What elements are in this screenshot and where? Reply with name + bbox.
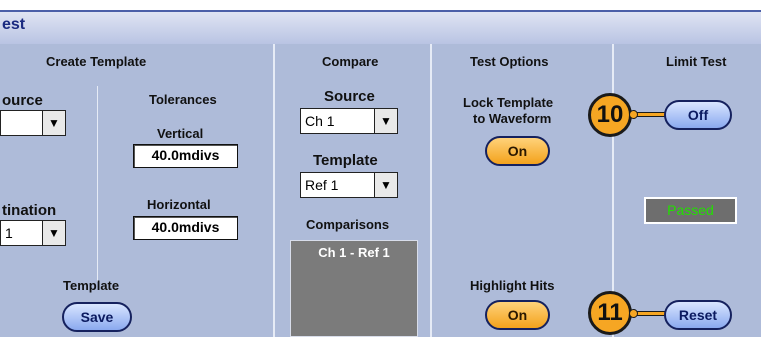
test-options-header: Test Options: [470, 54, 549, 69]
dropdown-arrow-icon[interactable]: ▼: [42, 220, 66, 246]
create-template-divider: [97, 86, 98, 282]
comparisons-label: Comparisons: [306, 217, 390, 232]
callout-10: 10: [588, 93, 632, 137]
comparison-item[interactable]: Ch 1 - Ref 1: [291, 245, 417, 260]
lock-template-label-line2: to Waveform: [473, 111, 552, 126]
create-template-header: Create Template: [46, 54, 147, 69]
compare-source-value: Ch 1: [300, 108, 375, 134]
callout-leader-dot: [629, 110, 638, 119]
status-badge: Passed: [644, 197, 737, 224]
window-title-bar: est: [0, 10, 761, 44]
dropdown-arrow-icon[interactable]: ▼: [374, 108, 398, 134]
highlight-hits-label: Highlight Hits: [470, 278, 555, 293]
template-label: Template: [63, 278, 120, 293]
highlight-hits-button[interactable]: On: [485, 300, 550, 330]
tolerances-label: Tolerances: [149, 92, 217, 107]
section-divider: [273, 44, 275, 337]
lock-template-label: Lock Template: [463, 95, 554, 110]
section-divider: [430, 44, 432, 337]
callout-leader-dot: [629, 309, 638, 318]
top-band: [0, 0, 761, 6]
source-select[interactable]: ▼: [0, 110, 67, 136]
dropdown-arrow-icon[interactable]: ▼: [374, 172, 398, 198]
compare-template-select[interactable]: Ref 1 ▼: [300, 172, 399, 198]
comparisons-list[interactable]: Ch 1 - Ref 1: [290, 240, 418, 337]
limit-test-toggle-button[interactable]: Off: [664, 100, 732, 130]
vertical-label: Vertical: [157, 126, 204, 141]
compare-source-select[interactable]: Ch 1 ▼: [300, 108, 399, 134]
save-template-button[interactable]: Save: [62, 302, 132, 332]
destination-label: tination: [2, 202, 57, 219]
lock-template-button[interactable]: On: [485, 136, 550, 166]
dropdown-arrow-icon[interactable]: ▼: [42, 110, 66, 136]
horizontal-label: Horizontal: [147, 197, 211, 212]
destination-select[interactable]: 1 ▼: [0, 220, 67, 246]
limit-test-header: Limit Test: [666, 54, 727, 69]
window-title: est: [2, 16, 26, 33]
reset-button[interactable]: Reset: [664, 300, 732, 330]
horizontal-tolerance-input[interactable]: 40.0mdivs: [133, 216, 238, 240]
compare-header: Compare: [322, 54, 379, 69]
compare-template-label: Template: [313, 152, 378, 169]
source-select-value: [0, 110, 43, 136]
callout-11: 11: [588, 291, 632, 335]
vertical-tolerance-input[interactable]: 40.0mdivs: [133, 144, 238, 168]
source-label: ource: [2, 92, 43, 109]
compare-template-value: Ref 1: [300, 172, 375, 198]
compare-source-label: Source: [324, 88, 375, 105]
destination-select-value: 1: [0, 220, 43, 246]
